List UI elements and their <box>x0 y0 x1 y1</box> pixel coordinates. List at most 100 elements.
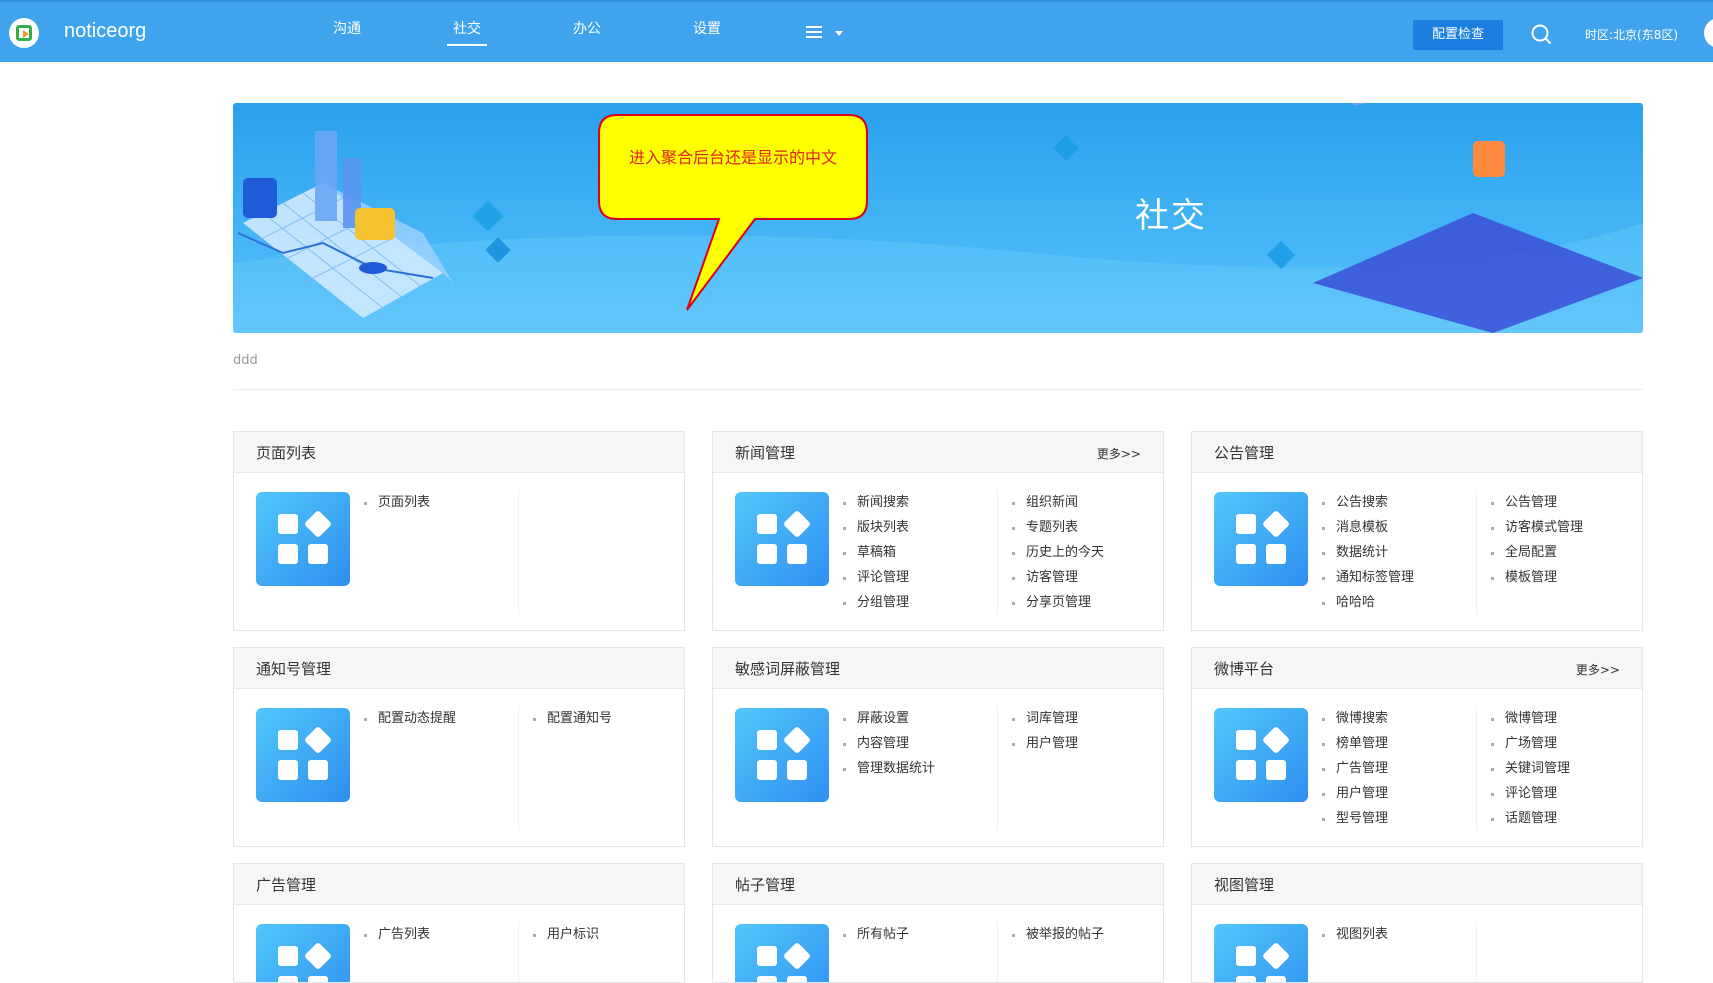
card-header: 公告管理 <box>1192 432 1642 473</box>
module-link[interactable]: 榜单管理 <box>1322 731 1388 756</box>
module-link[interactable]: 管理数据统计 <box>843 756 935 781</box>
module-link[interactable]: 模板管理 <box>1491 565 1583 590</box>
module-link[interactable]: 用户管理 <box>1322 781 1388 806</box>
module-link[interactable]: 所有帖子 <box>843 922 909 947</box>
module-link[interactable]: 屏蔽设置 <box>843 706 935 731</box>
module-link[interactable]: 消息模板 <box>1322 515 1414 540</box>
link-column: 公告搜索 消息模板 数据统计 通知标签管理 哈哈哈 <box>1322 490 1414 615</box>
link-column: 微博管理 广场管理 关键词管理 评论管理 话题管理 <box>1476 706 1570 831</box>
module-link[interactable]: 分组管理 <box>843 590 909 615</box>
link-column: 新闻搜索 版块列表 草稿箱 评论管理 分组管理 <box>843 490 909 615</box>
module-link[interactable]: 版块列表 <box>843 515 909 540</box>
module-link[interactable]: 用户标识 <box>533 922 599 947</box>
module-card: 广告管理广告列表 用户标识 <box>233 863 685 983</box>
module-link[interactable]: 话题管理 <box>1491 806 1570 831</box>
module-link[interactable]: 通知标签管理 <box>1322 565 1414 590</box>
apps-grid-icon <box>735 708 829 802</box>
module-link[interactable]: 关键词管理 <box>1491 756 1570 781</box>
brand-name[interactable]: noticeorg <box>64 20 146 43</box>
module-link[interactable]: 评论管理 <box>1491 781 1570 806</box>
module-link[interactable]: 组织新闻 <box>1012 490 1104 515</box>
card-title: 通知号管理 <box>256 660 332 678</box>
card-header: 通知号管理 <box>234 648 684 689</box>
card-title: 微博平台 <box>1214 660 1275 678</box>
module-link[interactable]: 公告搜索 <box>1322 490 1414 515</box>
module-link[interactable]: 数据统计 <box>1322 540 1414 565</box>
timezone-label[interactable]: 时区:北京(东8区) <box>1585 26 1678 43</box>
apps-grid-icon <box>1214 924 1308 982</box>
module-link[interactable]: 页面列表 <box>364 490 430 515</box>
apps-grid-icon <box>735 492 829 586</box>
module-link[interactable]: 全局配置 <box>1491 540 1583 565</box>
module-link[interactable]: 访客管理 <box>1012 565 1104 590</box>
module-link[interactable]: 专题列表 <box>1012 515 1104 540</box>
module-link[interactable]: 配置通知号 <box>533 706 612 731</box>
chevron-down-icon[interactable] <box>835 31 843 36</box>
module-link[interactable]: 新闻搜索 <box>843 490 909 515</box>
module-link[interactable]: 公告管理 <box>1491 490 1583 515</box>
module-link[interactable]: 词库管理 <box>1012 706 1078 731</box>
config-check-button[interactable]: 配置检查 <box>1413 20 1503 50</box>
module-link[interactable]: 分享页管理 <box>1012 590 1104 615</box>
module-link[interactable]: 视图列表 <box>1322 922 1388 947</box>
apps-grid-icon <box>1214 708 1308 802</box>
app-logo-icon[interactable] <box>9 18 39 48</box>
module-card: 帖子管理所有帖子 被举报的帖子 <box>712 863 1164 983</box>
module-link[interactable]: 广告列表 <box>364 922 430 947</box>
module-link[interactable]: 哈哈哈 <box>1322 590 1414 615</box>
link-column: 用户标识 <box>518 922 599 982</box>
callout-text: 进入聚合后台还是显示的中文 <box>628 148 837 167</box>
module-link[interactable]: 访客模式管理 <box>1491 515 1583 540</box>
module-link[interactable]: 内容管理 <box>843 731 935 756</box>
menu-list-icon[interactable] <box>806 26 822 38</box>
nav-tab-office[interactable]: 办公 <box>573 18 601 38</box>
card-header: 帖子管理 <box>713 864 1163 905</box>
page-description: ddd <box>233 353 258 368</box>
top-bar: noticeorg 沟通 社交 办公 设置 配置检查 时区:北京(东8区) <box>0 0 1713 62</box>
link-column: 页面列表 <box>364 490 430 515</box>
module-card: 新闻管理 更多>> 新闻搜索 版块列表 草稿箱 评论管理 分组管理 组织新闻 专题列表 历史上的今… <box>712 431 1164 631</box>
banner: 社交 <box>233 103 1643 333</box>
apps-grid-icon <box>256 492 350 586</box>
more-link[interactable]: 更多>> <box>1097 445 1141 462</box>
card-header: 视图管理 <box>1192 864 1642 905</box>
module-card: 公告管理 公告搜索 消息模板 数据统计 通知标签管理 哈哈哈 公告管理 访客模式管理 全局配置模… <box>1191 431 1643 631</box>
module-link[interactable]: 用户管理 <box>1012 731 1078 756</box>
module-link[interactable]: 微博搜索 <box>1322 706 1388 731</box>
apps-grid-icon <box>1214 492 1308 586</box>
nav-tab-settings[interactable]: 设置 <box>693 18 721 38</box>
link-column: 所有帖子 <box>843 922 909 947</box>
card-title: 广告管理 <box>256 876 317 894</box>
card-title: 帖子管理 <box>735 876 796 894</box>
module-link[interactable]: 微博管理 <box>1491 706 1570 731</box>
card-title: 公告管理 <box>1214 444 1275 462</box>
search-icon[interactable] <box>1530 23 1552 45</box>
link-column <box>518 490 533 615</box>
card-title: 视图管理 <box>1214 876 1275 894</box>
avatar[interactable] <box>1704 18 1713 48</box>
card-header: 页面列表 <box>234 432 684 473</box>
module-link[interactable]: 历史上的今天 <box>1012 540 1104 565</box>
link-column: 配置通知号 <box>518 706 612 831</box>
module-card: 通知号管理配置动态提醒 配置通知号 <box>233 647 685 847</box>
link-column: 组织新闻 专题列表 历史上的今天 访客管理 分享页管理 <box>997 490 1104 615</box>
nav-tab-communication[interactable]: 沟通 <box>333 18 361 38</box>
card-title: 页面列表 <box>256 444 317 462</box>
card-header: 广告管理 <box>234 864 684 905</box>
module-link[interactable]: 广场管理 <box>1491 731 1570 756</box>
module-link[interactable]: 被举报的帖子 <box>1012 922 1104 947</box>
module-link[interactable]: 广告管理 <box>1322 756 1388 781</box>
module-link[interactable]: 型号管理 <box>1322 806 1388 831</box>
module-link[interactable]: 草稿箱 <box>843 540 909 565</box>
module-link[interactable]: 配置动态提醒 <box>364 706 456 731</box>
nav-tab-social[interactable]: 社交 <box>447 18 487 46</box>
apps-grid-icon <box>735 924 829 982</box>
card-header: 新闻管理 更多>> <box>713 432 1163 473</box>
module-card: 视图管理视图列表 <box>1191 863 1643 983</box>
link-column: 视图列表 <box>1322 922 1388 947</box>
module-link[interactable]: 评论管理 <box>843 565 909 590</box>
more-link[interactable]: 更多>> <box>1576 661 1620 678</box>
link-column: 被举报的帖子 <box>997 922 1104 982</box>
card-title: 敏感词屏蔽管理 <box>735 660 841 678</box>
card-header: 敏感词屏蔽管理 <box>713 648 1163 689</box>
